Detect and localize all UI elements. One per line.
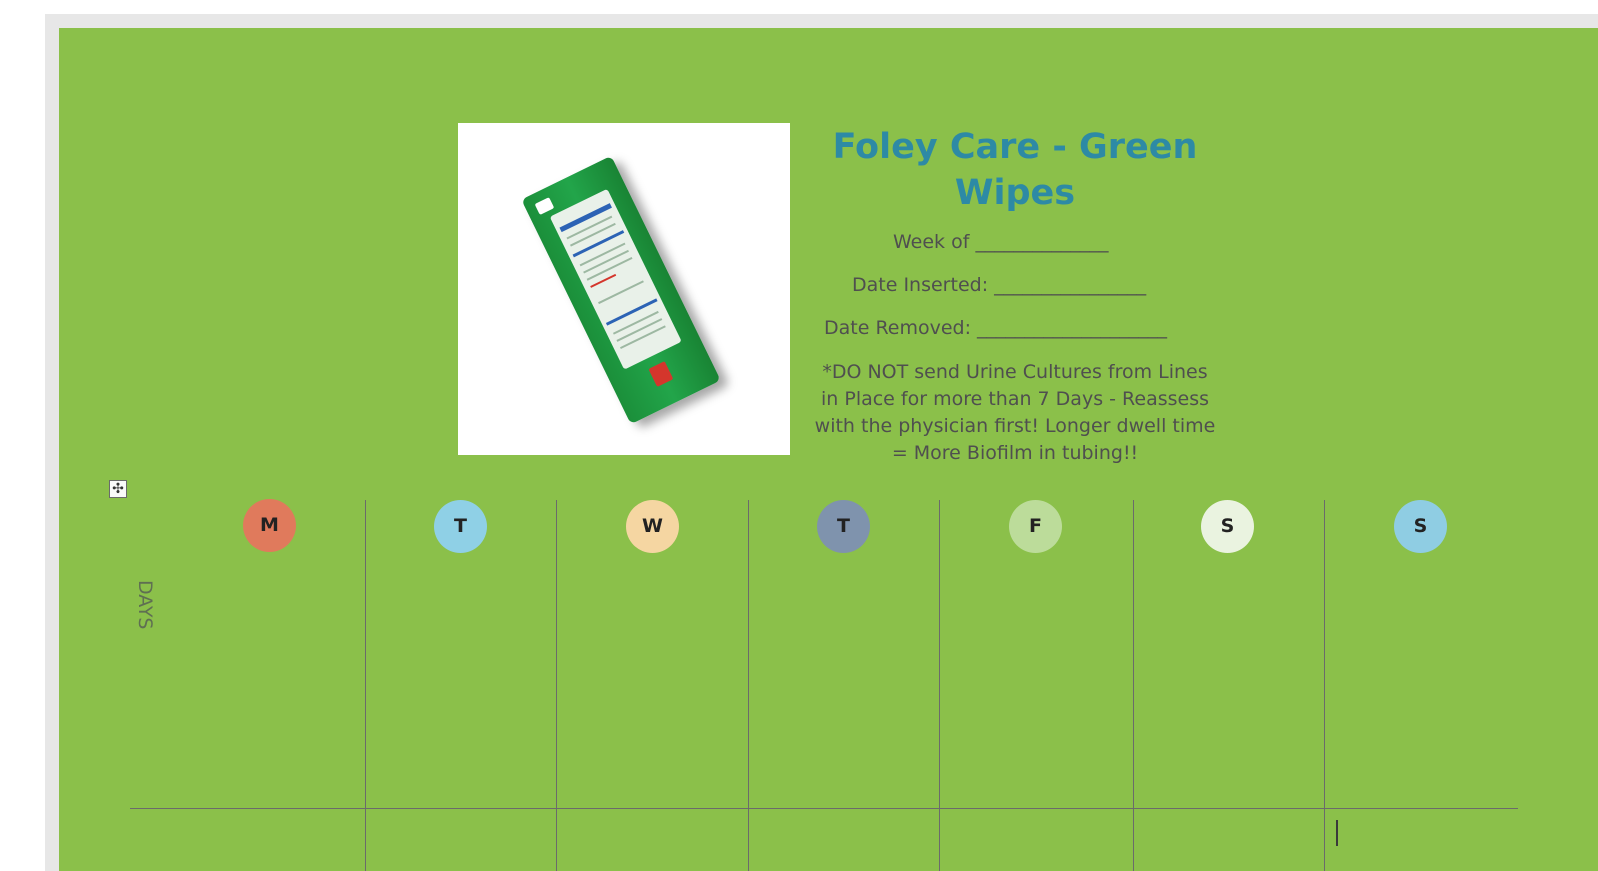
wipes-package-icon: [521, 155, 721, 425]
page-title: Foley Care - Green Wipes: [832, 127, 1198, 213]
day-circle-saturday: S: [1201, 500, 1254, 553]
row-divider: [130, 808, 1518, 809]
day-circle-monday: M: [243, 499, 296, 552]
column-divider: [748, 500, 749, 871]
package-label: [549, 188, 682, 370]
product-image: [458, 123, 790, 455]
column-divider: [1133, 500, 1134, 871]
day-circle-friday: F: [1009, 500, 1062, 553]
day-circle-sunday: S: [1394, 500, 1447, 553]
warning-note: *DO NOT send Urine Cultures from Lines i…: [814, 361, 1216, 464]
days-row-label: DAYS: [134, 580, 156, 630]
column-divider: [556, 500, 557, 871]
document-page[interactable]: Foley Care - Green Wipes Week of _______…: [59, 28, 1598, 871]
table-move-handle-icon[interactable]: ✣: [109, 480, 127, 498]
day-circle-wednesday: W: [626, 500, 679, 553]
column-divider: [365, 500, 366, 871]
date-removed-field[interactable]: Date Removed: ____________________: [824, 317, 1167, 339]
day-circle-tuesday: T: [434, 500, 487, 553]
date-inserted-field[interactable]: Date Inserted: ________________: [852, 274, 1146, 296]
brand-logo-icon: [534, 197, 555, 215]
column-divider: [1324, 500, 1325, 871]
package-badge-icon: [648, 361, 674, 387]
column-divider: [939, 500, 940, 871]
text-cursor: [1336, 820, 1338, 846]
day-circle-thursday: T: [817, 500, 870, 553]
week-of-field[interactable]: Week of ______________: [893, 231, 1108, 253]
